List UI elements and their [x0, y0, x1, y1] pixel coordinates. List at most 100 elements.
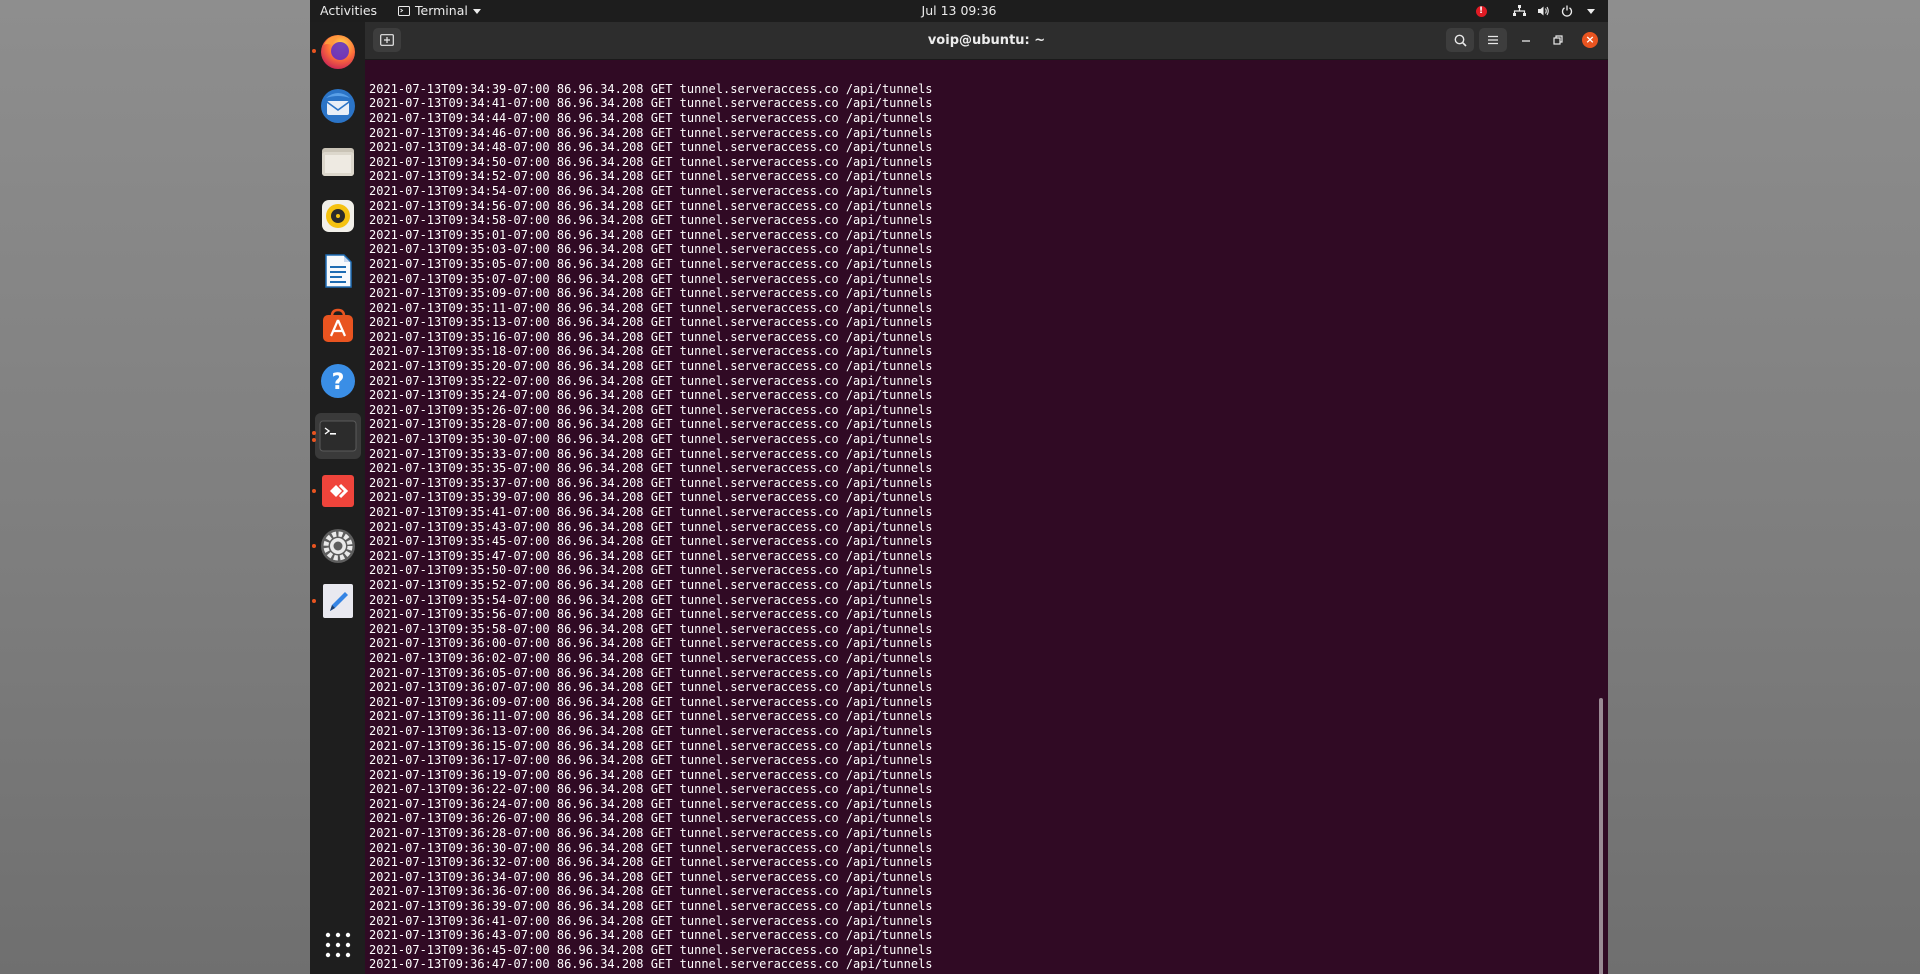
terminal-line: 2021-07-13T09:35:24-07:00 86.96.34.208 G…	[369, 388, 933, 403]
files-icon	[319, 142, 357, 180]
app-menu[interactable]: Terminal	[398, 0, 481, 22]
network-icon[interactable]	[1512, 4, 1526, 18]
terminal-line: 2021-07-13T09:35:07-07:00 86.96.34.208 G…	[369, 271, 933, 286]
terminal-line: 2021-07-13T09:36:05-07:00 86.96.34.208 G…	[369, 665, 933, 680]
dock-text-editor[interactable]	[312, 578, 361, 624]
terminal-line: 2021-07-13T09:35:35-07:00 86.96.34.208 G…	[369, 461, 933, 476]
terminal-line: 2021-07-13T09:35:43-07:00 86.96.34.208 G…	[369, 519, 933, 534]
terminal-line: 2021-07-13T09:34:52-07:00 86.96.34.208 G…	[369, 169, 933, 184]
terminal-line: 2021-07-13T09:35:45-07:00 86.96.34.208 G…	[369, 534, 933, 549]
terminal-line: 2021-07-13T09:36:32-07:00 86.96.34.208 G…	[369, 855, 933, 870]
terminal-lines: 2021-07-13T09:34:39-07:00 86.96.34.208 G…	[369, 82, 933, 972]
running-indicator	[312, 431, 316, 435]
close-icon: ×	[1582, 32, 1598, 48]
writer-icon	[319, 252, 357, 290]
terminal-line: 2021-07-13T09:34:41-07:00 86.96.34.208 G…	[369, 96, 933, 111]
restore-icon	[1553, 35, 1563, 45]
terminal-line: 2021-07-13T09:34:39-07:00 86.96.34.208 G…	[369, 81, 933, 96]
terminal-line: 2021-07-13T09:34:58-07:00 86.96.34.208 G…	[369, 213, 933, 228]
terminal-small-icon	[398, 6, 410, 16]
terminal-line: 2021-07-13T09:36:28-07:00 86.96.34.208 G…	[369, 826, 933, 841]
top-bar: Activities Terminal Jul 13 09:36 !	[310, 0, 1608, 22]
terminal-line: 2021-07-13T09:36:11-07:00 86.96.34.208 G…	[369, 709, 933, 724]
anydesk-icon	[319, 472, 357, 510]
terminal-line: 2021-07-13T09:36:47-07:00 86.96.34.208 G…	[369, 957, 933, 972]
terminal-line: 2021-07-13T09:36:13-07:00 86.96.34.208 G…	[369, 723, 933, 738]
terminal-line: 2021-07-13T09:35:18-07:00 86.96.34.208 G…	[369, 344, 933, 359]
terminal-line: 2021-07-13T09:36:02-07:00 86.96.34.208 G…	[369, 650, 933, 665]
system-tray[interactable]: !	[1474, 0, 1598, 22]
scrollbar-thumb[interactable]	[1599, 698, 1603, 974]
minimize-icon	[1521, 35, 1531, 45]
power-icon[interactable]	[1560, 4, 1574, 18]
terminal-line: 2021-07-13T09:35:30-07:00 86.96.34.208 G…	[369, 432, 933, 447]
terminal-line: 2021-07-13T09:36:22-07:00 86.96.34.208 G…	[369, 782, 933, 797]
terminal-line: 2021-07-13T09:36:24-07:00 86.96.34.208 G…	[369, 796, 933, 811]
close-button[interactable]: ×	[1576, 28, 1604, 52]
window-title: voip@ubuntu: ~	[927, 33, 1046, 48]
new-tab-icon	[380, 34, 394, 46]
terminal-line: 2021-07-13T09:35:41-07:00 86.96.34.208 G…	[369, 505, 933, 519]
clock[interactable]: Jul 13 09:36	[922, 3, 997, 18]
dock-settings[interactable]	[312, 523, 361, 569]
hamburger-menu-button[interactable]	[1479, 28, 1507, 52]
app-menu-label: Terminal	[415, 3, 468, 18]
system-menu-chevron-icon[interactable]	[1584, 4, 1598, 18]
terminal-line: 2021-07-13T09:35:11-07:00 86.96.34.208 G…	[369, 300, 933, 315]
dock-firefox[interactable]	[312, 28, 361, 74]
terminal-line: 2021-07-13T09:36:43-07:00 86.96.34.208 G…	[369, 928, 933, 943]
dock-libreoffice-writer[interactable]	[315, 248, 361, 294]
firefox-icon	[318, 31, 358, 71]
terminal-line: 2021-07-13T09:34:48-07:00 86.96.34.208 G…	[369, 140, 933, 155]
dock-ubuntu-software[interactable]	[315, 303, 361, 349]
search-button[interactable]	[1446, 28, 1474, 52]
terminal-line: 2021-07-13T09:34:44-07:00 86.96.34.208 G…	[369, 110, 933, 125]
help-icon: ?	[318, 361, 358, 401]
terminal-line: 2021-07-13T09:36:36-07:00 86.96.34.208 G…	[369, 884, 933, 899]
alert-indicator: !	[1475, 5, 1487, 17]
terminal-line: 2021-07-13T09:35:03-07:00 86.96.34.208 G…	[369, 242, 933, 257]
terminal-line: 2021-07-13T09:35:13-07:00 86.96.34.208 G…	[369, 315, 933, 330]
show-applications-button[interactable]	[315, 922, 361, 968]
terminal-line: 2021-07-13T09:35:50-07:00 86.96.34.208 G…	[369, 563, 933, 578]
terminal-line: 2021-07-13T09:35:37-07:00 86.96.34.208 G…	[369, 475, 933, 490]
terminal-icon	[319, 420, 357, 452]
hamburger-icon	[1487, 35, 1499, 45]
running-indicator	[312, 49, 316, 53]
terminal-scrollbar[interactable]	[1596, 60, 1606, 974]
terminal-line: 2021-07-13T09:36:39-07:00 86.96.34.208 G…	[369, 899, 933, 914]
dock-help[interactable]: ?	[315, 358, 361, 404]
terminal-headerbar: voip@ubuntu: ~ ×	[365, 22, 1608, 60]
terminal-window: voip@ubuntu: ~ × 2021-07-13T09:34:39-07:…	[365, 22, 1608, 974]
new-tab-button[interactable]	[373, 28, 401, 52]
dock-terminal[interactable]	[312, 413, 361, 459]
terminal-line: 2021-07-13T09:34:50-07:00 86.96.34.208 G…	[369, 154, 933, 169]
terminal-line: 2021-07-13T09:36:19-07:00 86.96.34.208 G…	[369, 767, 933, 782]
terminal-line: 2021-07-13T09:35:20-07:00 86.96.34.208 G…	[369, 359, 933, 374]
text-editor-icon	[320, 582, 356, 620]
terminal-line: 2021-07-13T09:34:56-07:00 86.96.34.208 G…	[369, 198, 933, 213]
terminal-line: 2021-07-13T09:35:52-07:00 86.96.34.208 G…	[369, 577, 933, 592]
terminal-line: 2021-07-13T09:35:01-07:00 86.96.34.208 G…	[369, 227, 933, 242]
terminal-line: 2021-07-13T09:34:54-07:00 86.96.34.208 G…	[369, 183, 933, 198]
dock-thunderbird[interactable]	[315, 83, 361, 129]
dock-anydesk[interactable]	[312, 468, 361, 514]
thunderbird-icon	[318, 86, 358, 126]
terminal-line: 2021-07-13T09:35:54-07:00 86.96.34.208 G…	[369, 592, 933, 607]
maximize-button[interactable]	[1544, 28, 1572, 52]
minimize-button[interactable]	[1512, 28, 1540, 52]
volume-icon[interactable]	[1536, 4, 1550, 18]
terminal-line: 2021-07-13T09:36:30-07:00 86.96.34.208 G…	[369, 840, 933, 855]
clock-area: Jul 13 09:36	[310, 0, 1608, 22]
running-indicator	[312, 438, 316, 442]
terminal-line: 2021-07-13T09:36:09-07:00 86.96.34.208 G…	[369, 694, 933, 709]
terminal-line: 2021-07-13T09:35:58-07:00 86.96.34.208 G…	[369, 621, 933, 636]
terminal-line: 2021-07-13T09:35:16-07:00 86.96.34.208 G…	[369, 329, 933, 344]
running-indicator	[312, 544, 316, 548]
terminal-line: 2021-07-13T09:36:15-07:00 86.96.34.208 G…	[369, 738, 933, 753]
alert-icon[interactable]: !	[1474, 4, 1488, 18]
dock-files[interactable]	[315, 138, 361, 184]
dock-rhythmbox[interactable]	[315, 193, 361, 239]
activities-button[interactable]: Activities	[320, 0, 377, 22]
terminal-output[interactable]: 2021-07-13T09:34:39-07:00 86.96.34.208 G…	[369, 60, 1589, 972]
